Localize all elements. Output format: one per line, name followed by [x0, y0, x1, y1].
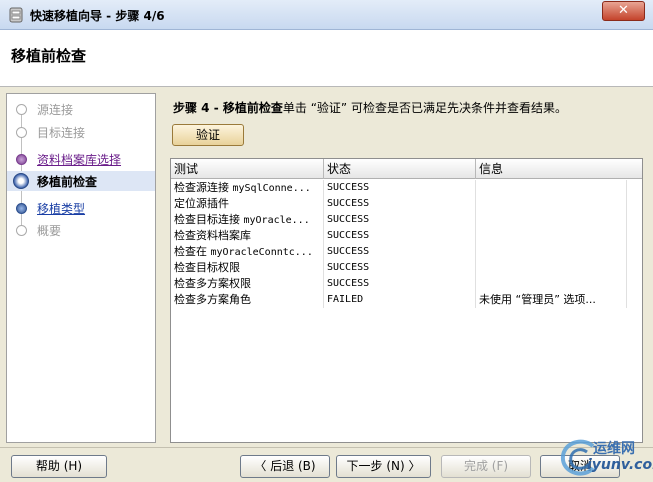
- step-dot-icon: [16, 203, 27, 214]
- cell-info: [476, 276, 627, 292]
- cell-test: 检查多方案权限: [171, 276, 324, 292]
- page-header: 移植前检查: [0, 30, 653, 87]
- table-row[interactable]: 检查多方案权限 SUCCESS: [171, 276, 627, 292]
- cell-test: 定位源插件: [171, 196, 324, 212]
- step-description-text: 单击 “验证” 可检查是否已满足先决条件并查看结果。: [282, 101, 567, 115]
- cell-test: 检查源连接 mySqlConne...: [171, 180, 324, 196]
- next-button[interactable]: 下一步 (N) 〉: [336, 455, 431, 478]
- table-row[interactable]: 检查在 myOracleConntc... SUCCESS: [171, 244, 627, 260]
- content-panel: 步骤 4 - 移植前检查单击 “验证” 可检查是否已满足先决条件并查看结果。 验…: [159, 93, 645, 443]
- cell-test: 检查目标连接 myOracle...: [171, 212, 324, 228]
- verify-button[interactable]: 验证: [172, 124, 244, 146]
- cell-test: 检查在 myOracleConntc...: [171, 244, 324, 260]
- step-label: 概要: [37, 224, 62, 238]
- cell-info: [476, 228, 627, 244]
- window-titlebar: 快速移植向导 - 步骤 4/6 ✕: [0, 0, 653, 30]
- step-dot-icon: [16, 104, 27, 115]
- cell-status: SUCCESS: [324, 244, 476, 260]
- step-label: 目标连接: [37, 126, 86, 140]
- table-header: 测试 状态 信息: [171, 159, 642, 179]
- step-label[interactable]: 移植类型: [37, 200, 85, 217]
- cell-status: SUCCESS: [324, 228, 476, 244]
- cell-test: 检查目标权限: [171, 260, 324, 276]
- step-migration-type[interactable]: 移植类型: [7, 198, 155, 218]
- steps-panel: 源连接 目标连接 资料档案库选择 移植前检查 移植类型 概要: [6, 93, 156, 443]
- step-repository-selection[interactable]: 资料档案库选择: [7, 149, 155, 169]
- step-target-connection: 目标连接: [7, 122, 155, 142]
- cell-status: FAILED: [324, 292, 476, 308]
- step-label[interactable]: 资料档案库选择: [37, 151, 121, 168]
- cell-info: [476, 180, 627, 196]
- column-header-test[interactable]: 测试: [171, 159, 324, 179]
- results-table: 测试 状态 信息 检查源连接 mySqlConne... SUCCESS 定位源…: [170, 158, 643, 443]
- step-dot-icon: [16, 154, 27, 165]
- back-button[interactable]: 〈 后退 (B): [240, 455, 330, 478]
- table-row[interactable]: 检查目标连接 myOracle... SUCCESS: [171, 212, 627, 228]
- cell-info: 未使用 “管理员” 选项...: [476, 292, 627, 308]
- step-label: 源连接: [37, 103, 74, 117]
- cell-status: SUCCESS: [324, 180, 476, 196]
- window-title: 快速移植向导 - 步骤 4/6: [30, 9, 165, 23]
- table-row[interactable]: 检查目标权限 SUCCESS: [171, 260, 627, 276]
- step-source-connection: 源连接: [7, 99, 155, 119]
- app-icon: [9, 7, 23, 23]
- watermark-url: iyunv.com: [587, 457, 653, 473]
- watermark-text: 运维网: [593, 441, 635, 457]
- cell-info: [476, 196, 627, 212]
- step-dot-icon: [16, 225, 27, 236]
- cell-info: [476, 244, 627, 260]
- current-step-icon: [13, 173, 29, 189]
- cell-test: 检查多方案角色: [171, 292, 324, 308]
- column-header-info[interactable]: 信息: [476, 159, 642, 179]
- step-dot-icon: [16, 127, 27, 138]
- table-row[interactable]: 检查资料档案库 SUCCESS: [171, 228, 627, 244]
- cell-info: [476, 212, 627, 228]
- step-description-title: 步骤 4 - 移植前检查: [173, 101, 283, 115]
- step-description: 步骤 4 - 移植前检查单击 “验证” 可检查是否已满足先决条件并查看结果。: [173, 99, 567, 116]
- table-row[interactable]: 检查源连接 mySqlConne... SUCCESS: [171, 180, 627, 196]
- cell-status: SUCCESS: [324, 196, 476, 212]
- cell-test: 检查资料档案库: [171, 228, 324, 244]
- finish-button[interactable]: 完成 (F): [441, 455, 531, 478]
- close-button[interactable]: ✕: [602, 1, 645, 21]
- column-header-status[interactable]: 状态: [324, 159, 476, 179]
- watermark-logo: 运维网 iyunv.com: [553, 432, 653, 482]
- help-button[interactable]: 帮助 (H): [11, 455, 107, 478]
- table-row[interactable]: 定位源插件 SUCCESS: [171, 196, 627, 212]
- step-summary: 概要: [7, 220, 155, 240]
- cell-status: SUCCESS: [324, 260, 476, 276]
- step-label: 移植前检查: [37, 175, 98, 189]
- cell-status: SUCCESS: [324, 212, 476, 228]
- table-row[interactable]: 检查多方案角色 FAILED 未使用 “管理员” 选项...: [171, 292, 627, 308]
- page-title: 移植前检查: [11, 47, 87, 65]
- cell-status: SUCCESS: [324, 276, 476, 292]
- cell-info: [476, 260, 627, 276]
- step-pre-migration-check: 移植前检查: [7, 171, 155, 191]
